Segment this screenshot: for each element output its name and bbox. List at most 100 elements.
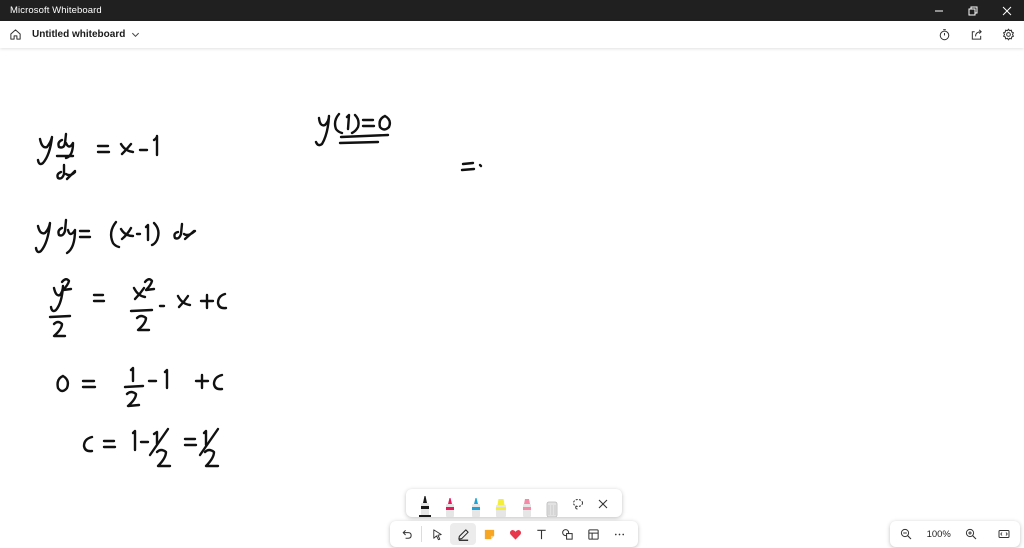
pen-tray (406, 489, 622, 517)
ink-stroke (212, 373, 224, 391)
window-title: Microsoft Whiteboard (10, 5, 102, 16)
ink-stroke (152, 430, 159, 446)
ink-stroke (109, 220, 121, 249)
header-actions (931, 22, 1021, 48)
whiteboard-app: Microsoft Whiteboard Untitled whiteboard (0, 0, 1024, 548)
ink-stroke (56, 163, 66, 180)
ink-stroke (52, 320, 67, 338)
pen-icon (457, 528, 469, 541)
pink-pen-button[interactable] (514, 491, 540, 517)
ink-stroke (350, 113, 360, 135)
restore-button[interactable] (956, 0, 990, 21)
ink-stroke (460, 161, 483, 172)
ink-stroke (119, 142, 135, 156)
ink-stroke (34, 221, 52, 254)
ink-stroke (129, 308, 154, 313)
app-header: Untitled whiteboard (0, 21, 1024, 48)
undo-button[interactable] (393, 523, 419, 545)
fit-to-screen-button[interactable] (992, 523, 1016, 545)
ink-stroke (96, 144, 111, 154)
template-icon (587, 528, 599, 540)
blue-pen-button[interactable] (463, 491, 489, 517)
zoom-in-button[interactable] (959, 523, 983, 545)
ink-stroke (143, 278, 156, 292)
shapes-button[interactable] (554, 523, 580, 545)
undo-icon (402, 529, 412, 539)
minimize-button[interactable] (922, 0, 956, 21)
heart-icon (509, 529, 521, 540)
ink-stroke (150, 221, 160, 247)
red-pen-button[interactable] (438, 491, 464, 517)
ink-stroke (132, 286, 147, 301)
ink-stroke (163, 368, 169, 390)
ink-stroke (194, 373, 210, 390)
blue-pen-icon (471, 498, 480, 517)
ink-stroke (92, 293, 106, 303)
ink-stroke (338, 133, 390, 145)
ink-stroke (333, 112, 344, 135)
timer-icon (939, 29, 949, 41)
ink-stroke (203, 448, 220, 468)
black-pen-icon (418, 496, 431, 517)
ink-stroke (57, 218, 68, 237)
eraser-button[interactable] (540, 491, 566, 517)
zoom-out-button[interactable] (894, 523, 918, 545)
ink-stroke (36, 135, 54, 166)
ink-stroke (182, 229, 197, 241)
zoom-controls: 100% (890, 521, 1020, 547)
red-pen-icon (446, 498, 455, 517)
chevron-down-icon (131, 32, 139, 38)
more-icon (614, 533, 624, 535)
lasso-select-button[interactable] (565, 491, 591, 517)
text-tool-button[interactable] (528, 523, 554, 545)
timer-button[interactable] (931, 22, 957, 48)
ink-stroke (135, 314, 151, 332)
share-button[interactable] (963, 22, 989, 48)
ink-stroke (60, 278, 73, 292)
title-bar: Microsoft Whiteboard (0, 0, 1024, 21)
ink-stroke (123, 384, 145, 389)
ink-stroke (81, 379, 97, 389)
ink-stroke (78, 229, 92, 239)
ink-stroke (173, 222, 184, 240)
templates-button[interactable] (580, 523, 606, 545)
main-toolbar (390, 521, 638, 547)
ink-stroke (56, 374, 70, 393)
text-icon (536, 529, 546, 539)
more-options-button[interactable] (606, 523, 632, 545)
ink-stroke (82, 435, 94, 453)
reactions-button[interactable] (502, 523, 528, 545)
whiteboard-canvas[interactable] (0, 48, 1024, 548)
ink-stroke (64, 169, 77, 181)
home-icon (9, 29, 21, 40)
settings-button[interactable] (995, 22, 1021, 48)
toolbar-divider (421, 526, 422, 542)
select-tool-button[interactable] (424, 523, 450, 545)
home-button[interactable] (2, 22, 28, 48)
ink-stroke (102, 439, 117, 449)
sticky-note-button[interactable] (476, 523, 502, 545)
ink-stroke (345, 113, 351, 131)
board-title[interactable]: Untitled whiteboard (32, 29, 125, 40)
ink-stroke (199, 293, 215, 310)
ink-stroke (48, 314, 72, 319)
ink-stroke (378, 114, 392, 131)
black-pen-button[interactable] (412, 491, 438, 517)
board-title-dropdown[interactable] (128, 28, 142, 42)
restore-icon (968, 6, 978, 15)
share-icon (971, 29, 982, 40)
zoom-out-icon (900, 528, 912, 540)
eraser-icon (546, 501, 558, 517)
pen-tool-button[interactable] (450, 523, 476, 545)
ink-stroke (176, 294, 192, 309)
ink-stroke (49, 284, 65, 313)
minimize-icon (935, 10, 943, 11)
ink-stroke (155, 448, 172, 468)
cursor-icon (432, 528, 442, 540)
yellow-highlighter-button[interactable] (489, 491, 515, 517)
zoom-level[interactable]: 100% (927, 529, 951, 540)
zoom-in-icon (966, 528, 977, 540)
close-pen-tray-button[interactable] (591, 491, 617, 517)
close-window-button[interactable] (990, 0, 1024, 21)
ink-stroke (314, 114, 331, 147)
